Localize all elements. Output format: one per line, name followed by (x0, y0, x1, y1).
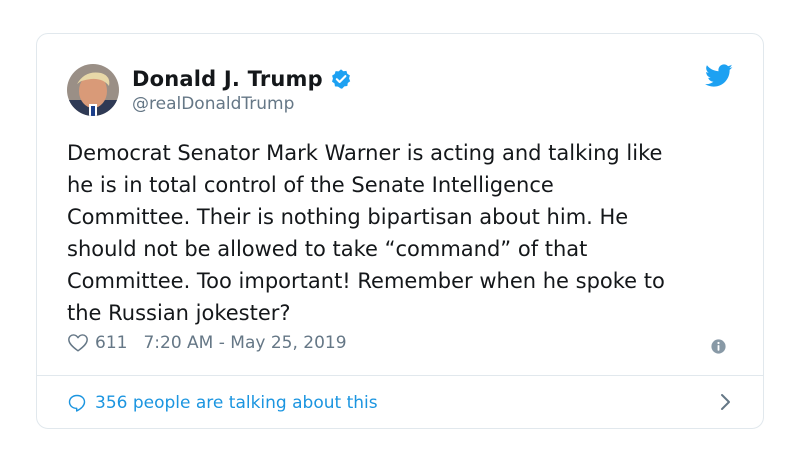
verified-badge-icon (330, 68, 352, 90)
twitter-bird-icon[interactable] (705, 64, 733, 88)
timestamp[interactable]: 7:20 AM - May 25, 2019 (143, 333, 346, 353)
speech-bubble-icon (67, 393, 87, 413)
like-count[interactable]: 611 (95, 333, 127, 353)
author-name[interactable]: Donald J. Trump (132, 67, 323, 91)
conversation-link[interactable]: 356 people are talking about this (67, 375, 733, 430)
heart-icon[interactable] (67, 332, 89, 354)
tweet-meta: 611 7:20 AM - May 25, 2019 (67, 332, 347, 354)
talking-count-text[interactable]: 356 people are talking about this (95, 393, 378, 413)
author-row: Donald J. Trump (132, 67, 352, 91)
avatar[interactable] (67, 64, 119, 116)
author-handle[interactable]: @realDonaldTrump (132, 94, 294, 114)
tweet-card[interactable]: Donald J. Trump @realDonaldTrump Democra… (36, 33, 764, 429)
info-icon[interactable] (710, 338, 727, 355)
tweet-text: Democrat Senator Mark Warner is acting a… (67, 141, 665, 325)
chevron-right-icon[interactable] (719, 392, 733, 412)
